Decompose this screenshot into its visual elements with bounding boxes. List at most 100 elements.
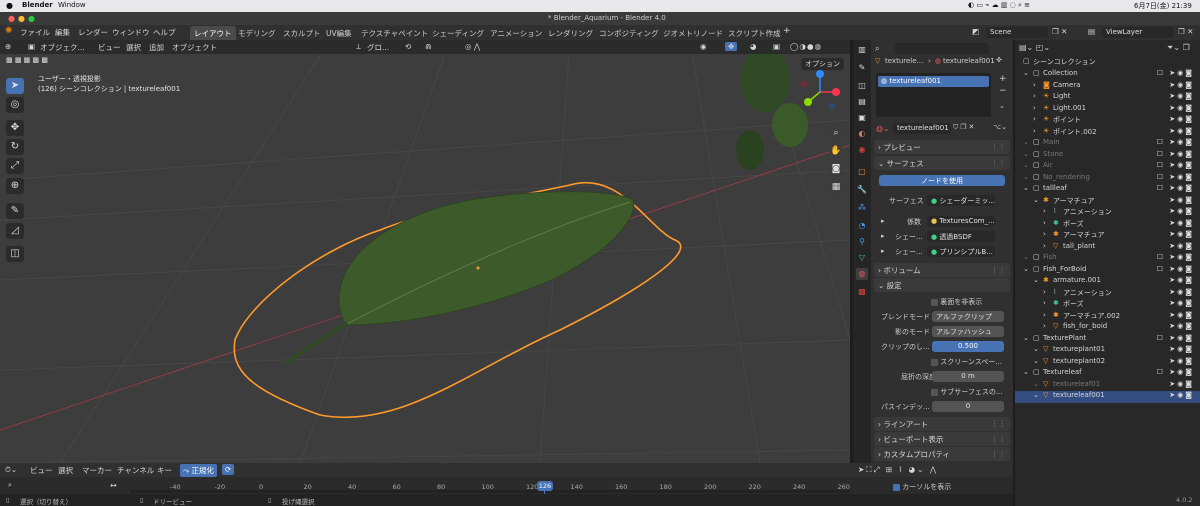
expand-arrow-icon[interactable]: ›	[1033, 127, 1036, 135]
visibility-toggle-icons[interactable]: ➤◉◙	[1169, 322, 1194, 330]
tab-uv-editing[interactable]: UV編集	[322, 26, 356, 41]
shader1-expand-icon[interactable]: ▸	[881, 232, 885, 240]
visibility-toggle-icons[interactable]: ➤◉◙	[1169, 104, 1194, 112]
viewlayer-selector[interactable]: ViewLayer	[1102, 27, 1174, 38]
render-tab-icon[interactable]: ◫	[856, 80, 868, 92]
material-fake-user-icon[interactable]: ⛉❐✕	[953, 123, 976, 132]
select-tool-icon[interactable]: ➤	[6, 78, 24, 94]
outliner-editor-icon[interactable]: ▤⌄ ◰⌄	[1019, 43, 1050, 52]
scene-icon[interactable]: ◩	[972, 27, 979, 36]
modifier-tab-icon[interactable]: 🔧	[856, 184, 868, 196]
physics-tab-icon[interactable]: ◔	[856, 220, 868, 232]
expand-arrow-icon[interactable]: ›	[1043, 288, 1046, 296]
output-tab-icon[interactable]: ▤	[856, 96, 868, 108]
shader2-expand-icon[interactable]: ▸	[881, 247, 885, 255]
snapping-icons[interactable]: ➤⛶⤢ ⊞ ⌇ ◕⌄ ⋀	[858, 465, 938, 475]
visibility-toggle-icons[interactable]: ➤◉◙	[1169, 299, 1194, 307]
backface-checkbox[interactable]: 裏面を非表示	[931, 297, 982, 307]
outliner-row[interactable]: › ☀ Light.001 ➤◉◙	[1015, 104, 1200, 116]
section-custom-props[interactable]: › カスタムプロパティ ⋮⋮	[874, 447, 1010, 461]
shading-mode-icons[interactable]: ◯◑●◍	[790, 42, 822, 51]
properties-editor-icon[interactable]: ▥	[856, 44, 868, 56]
outliner-row[interactable]: ⌄ ▽ textureleaf01 ➤◉◙	[1015, 380, 1200, 392]
properties-search-input[interactable]	[895, 43, 989, 54]
expand-arrow-icon[interactable]: ›	[1043, 230, 1046, 238]
visibility-toggle-icons[interactable]: ☐ ➤◉◙	[1157, 150, 1194, 158]
outliner-row[interactable]: ⌄ ▢ tallleaf ☐ ➤◉◙	[1015, 184, 1200, 196]
screen-space-checkbox[interactable]: スクリーンスペー...	[931, 357, 1002, 367]
visibility-toggle-icons[interactable]: ☐ ➤◉◙	[1157, 253, 1194, 261]
properties-pin-icon[interactable]: ⌕	[875, 44, 879, 54]
viewport-menu-select[interactable]: 選択	[126, 42, 141, 53]
overlay-toggle-icon[interactable]: ◕	[750, 42, 757, 51]
outliner-row[interactable]: ⌄ ▢ Fish_ForBoid ☐ ➤◉◙	[1015, 265, 1200, 277]
outliner-root[interactable]: ▢ シーンコレクション	[1015, 57, 1200, 69]
timeline-range-icon[interactable]: ↔	[110, 481, 117, 490]
expand-arrow-icon[interactable]: ⌄	[1023, 173, 1029, 181]
timeline-menu-marker[interactable]: マーカー	[82, 465, 112, 476]
editor-type-icon[interactable]: ⊕	[5, 42, 11, 51]
shadow-mode-select[interactable]: アルファハッシュ	[932, 326, 1004, 337]
ortho-grid-icon[interactable]: ▦	[829, 180, 843, 194]
expand-arrow-icon[interactable]: ⌄	[1023, 161, 1029, 169]
menu-window[interactable]: ウィンドウ	[112, 27, 150, 38]
3d-viewport[interactable]: ⊕ ▣ オブジェク... ビュー 選択 追加 オブジェクト ⟂ グロ... ⟲ …	[0, 40, 850, 463]
mode-selector[interactable]: オブジェク...	[40, 42, 85, 53]
visibility-toggle-icons[interactable]: ➤◉◙	[1169, 391, 1194, 399]
constraints-tab-icon[interactable]: ⚲	[856, 236, 868, 248]
expand-arrow-icon[interactable]: ⌄	[1023, 253, 1029, 261]
visibility-toggle-icons[interactable]: ☐ ➤◉◙	[1157, 69, 1194, 77]
normalize-toggle[interactable]: ⤳ 正規化	[180, 464, 217, 477]
viewlayer-actions-icon[interactable]: ❐ ✕	[1178, 27, 1193, 36]
use-nodes-button[interactable]: ノードを使用	[879, 175, 1005, 186]
expand-arrow-icon[interactable]: ›	[1043, 219, 1046, 227]
outliner-row[interactable]: ⌄ ▢ Collection ☐ ➤◉◙	[1015, 69, 1200, 81]
timeline-search-icon[interactable]: ⌕	[8, 481, 12, 490]
gizmo-toggle-icon[interactable]: ✥	[725, 42, 738, 51]
tab-scripting[interactable]: スクリプト作成	[724, 26, 785, 41]
expand-arrow-icon[interactable]: ⌄	[1033, 196, 1039, 204]
show-cursor-checkbox[interactable]: カーソルを表示	[893, 482, 951, 492]
pivot-icon[interactable]: ⟲	[405, 42, 411, 51]
mac-window-menu[interactable]: Window	[58, 1, 86, 9]
expand-arrow-icon[interactable]: ⌄	[1023, 368, 1029, 376]
outliner-row[interactable]: › ⌇ アニメーション ➤◉◙	[1015, 288, 1200, 300]
visibility-toggle-icons[interactable]: ➤◉◙	[1169, 380, 1194, 388]
tab-layout[interactable]: レイアウト	[190, 26, 236, 41]
visibility-toggle-icons[interactable]: ➤◉◙	[1169, 115, 1194, 123]
outliner-row[interactable]: ⌄ ▢ Stone ☐ ➤◉◙	[1015, 150, 1200, 162]
texture-tab-icon[interactable]: ▩	[856, 286, 868, 298]
viewport-menu-view[interactable]: ビュー	[98, 42, 121, 53]
menu-file[interactable]: ファイル	[20, 27, 50, 38]
outliner-row[interactable]: › ✱ アーマチュア.002 ➤◉◙	[1015, 311, 1200, 323]
material-link-icon[interactable]: ⌥⌄	[993, 123, 1007, 131]
subsurface-checkbox[interactable]: サブサーフェスの...	[931, 387, 1003, 397]
pass-index-field[interactable]: 0	[932, 401, 1004, 412]
outliner-row[interactable]: › ✱ アーマチュア ➤◉◙	[1015, 230, 1200, 242]
visibility-toggle-icons[interactable]: ➤◉◙	[1169, 242, 1194, 250]
shader2-field[interactable]: ● プリンシプルB...	[927, 246, 995, 257]
visibility-toggle-icons[interactable]: ➤◉◙	[1169, 345, 1194, 353]
expand-arrow-icon[interactable]: ›	[1043, 207, 1046, 215]
options-dropdown[interactable]: オプション	[801, 58, 844, 70]
annotate-tool-icon[interactable]: ✎	[6, 203, 24, 219]
outliner-row[interactable]: ⌄ ▢ Main ☐ ➤◉◙	[1015, 138, 1200, 150]
outliner-row[interactable]: › ✱ ポーズ ➤◉◙	[1015, 299, 1200, 311]
cursor-tool-icon[interactable]: ◎	[6, 97, 24, 113]
outliner-row[interactable]: › ☀ ポイント.002 ➤◉◙	[1015, 127, 1200, 139]
expand-arrow-icon[interactable]: ›	[1043, 311, 1046, 319]
tab-animation[interactable]: アニメーション	[486, 26, 546, 41]
tab-modeling[interactable]: モデリング	[234, 26, 280, 41]
visibility-toggle-icons[interactable]: ☐ ➤◉◙	[1157, 138, 1194, 146]
xray-toggle-icon[interactable]: ▣	[773, 42, 780, 51]
data-tab-icon[interactable]: ▽	[856, 252, 868, 264]
tab-shading[interactable]: シェーディング	[428, 26, 488, 41]
particles-tab-icon[interactable]: ⁂	[856, 202, 868, 214]
add-slot-button[interactable]: +	[999, 74, 1007, 84]
material-slot-item[interactable]: ◍ textureleaf001	[878, 76, 989, 87]
viewlayer-icon[interactable]: ▤	[1088, 27, 1095, 36]
scale-tool-icon[interactable]: ⤢	[6, 158, 24, 174]
expand-arrow-icon[interactable]: ›	[1043, 322, 1046, 330]
zoom-icon[interactable]: ⌕	[829, 126, 843, 140]
outliner-row[interactable]: ⌄ ✱ アーマチュア ➤◉◙	[1015, 196, 1200, 208]
